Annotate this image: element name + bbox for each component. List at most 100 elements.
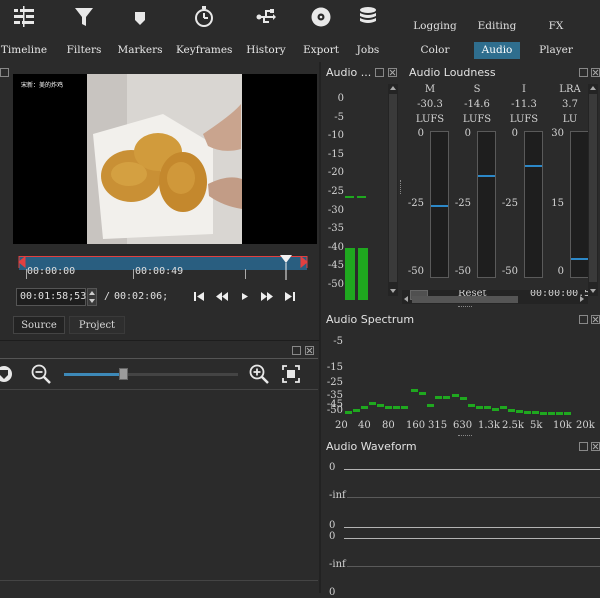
video-frame-image — [13, 74, 317, 244]
zoom-out-icon[interactable] — [30, 363, 52, 385]
rewind-icon[interactable] — [215, 291, 229, 302]
audio-spectrum-close-button[interactable] — [591, 315, 600, 324]
loudness-h-scroll-thumb[interactable] — [412, 296, 518, 303]
loudness-col-unit: LU — [562, 114, 578, 125]
loudness-right-scrollbar[interactable] — [588, 84, 598, 296]
duration-separator: / — [104, 291, 111, 302]
spectrum-x-label: 315 — [428, 420, 448, 431]
loudness-col-top: 30 — [551, 128, 564, 139]
loudness-col-mid: -25 — [501, 198, 518, 209]
scroll-up-icon[interactable] — [388, 84, 398, 92]
workspace-editing[interactable]: Editing — [472, 20, 522, 35]
audio-waveform-float-button[interactable] — [579, 442, 588, 451]
timecode-mid: 00:00:49 — [135, 266, 184, 277]
scroll-down-icon[interactable] — [388, 287, 398, 295]
markers-button[interactable]: Markers — [116, 2, 164, 60]
scroll-down-right-icon[interactable] — [588, 287, 598, 295]
timeline-close-button[interactable] — [305, 346, 314, 355]
audio-waveform-close-button[interactable] — [591, 442, 600, 451]
position-field[interactable]: 00:01:58;53 — [16, 288, 86, 306]
peak-scale-label: -50 — [327, 279, 344, 290]
scroll-left-icon[interactable] — [402, 294, 410, 304]
workspace-color[interactable]: Color — [410, 43, 460, 58]
marker-icon — [135, 12, 145, 25]
export-button[interactable]: Export — [300, 2, 342, 60]
video-viewer[interactable]: 宋新：美的炸鸡 — [13, 74, 317, 244]
splitter-handle[interactable] — [458, 306, 472, 309]
spectrum-y-label: -15 — [326, 362, 343, 373]
tab-project[interactable]: Project — [69, 316, 125, 334]
skip-previous-icon[interactable] — [193, 291, 205, 302]
keyframes-label: Keyframes — [176, 44, 233, 56]
spectrum-band-mark — [435, 396, 442, 399]
zoom-slider[interactable] — [64, 368, 238, 380]
audio-loudness-close-button[interactable] — [591, 68, 600, 77]
loudness-vertical-scrollbar[interactable] — [388, 84, 398, 296]
spectrum-band-mark — [468, 404, 475, 407]
fast-forward-icon[interactable] — [260, 291, 274, 302]
scroll-right-icon[interactable] — [578, 294, 586, 304]
loudness-col-unit: LUFS — [462, 114, 492, 125]
workspace-logging[interactable]: Logging — [410, 20, 460, 35]
loudness-col-value: -11.3 — [511, 99, 537, 110]
filter-icon — [75, 8, 93, 26]
playhead-icon[interactable] — [279, 254, 293, 280]
position-spinner[interactable] — [87, 288, 97, 306]
filters-button[interactable]: Filters — [58, 2, 110, 60]
marker-toggle-icon[interactable] — [0, 364, 14, 384]
scroll-up-right-icon[interactable] — [588, 84, 598, 92]
workspace-player[interactable]: Player — [532, 43, 580, 58]
history-icon — [256, 9, 276, 23]
video-caption: 宋新：美的炸鸡 — [21, 82, 64, 89]
history-button[interactable]: History — [242, 2, 290, 60]
audio-waveform-title: Audio Waveform — [326, 440, 417, 453]
timeline-label: Timeline — [0, 44, 48, 56]
spectrum-band-mark — [377, 404, 384, 407]
spectrum-band-mark — [460, 397, 467, 400]
tab-source[interactable]: Source — [13, 316, 65, 334]
timeline-button[interactable]: Timeline — [0, 2, 48, 60]
spectrum-band-mark — [345, 411, 352, 414]
zoom-fit-icon[interactable] — [282, 365, 300, 383]
in-point-icon[interactable] — [15, 254, 27, 270]
spectrum-band-mark — [393, 406, 400, 409]
workspace-audio[interactable]: Audio — [474, 42, 520, 59]
loudness-col-mid: 15 — [551, 198, 564, 209]
audio-peak-float-button[interactable] — [375, 68, 384, 77]
dock-resize-handle[interactable] — [399, 80, 402, 290]
waveform-label: 0 — [329, 462, 336, 473]
spectrum-band-mark — [516, 410, 523, 413]
loudness-col-unit: LUFS — [509, 114, 539, 125]
jobs-button[interactable]: Jobs — [348, 2, 388, 60]
peak-scale-label: -5 — [334, 111, 344, 123]
keyframes-button[interactable]: Keyframes — [176, 2, 232, 60]
loudness-level-marker — [478, 174, 495, 177]
zoom-slider-handle[interactable] — [119, 368, 128, 380]
peak-scale-label: -45 — [327, 260, 344, 272]
zoom-in-icon[interactable] — [248, 363, 270, 385]
peak-scale-label: -30 — [327, 204, 344, 216]
scrubber[interactable]: 00:00:00 00:00:49 — [13, 252, 317, 282]
audio-spectrum-float-button[interactable] — [579, 315, 588, 324]
player-float-button[interactable] — [0, 68, 9, 77]
audio-loudness-float-button[interactable] — [579, 68, 588, 77]
spectrum-x-label: 1.3k — [478, 420, 500, 431]
zoom-slider-fill — [64, 373, 122, 376]
spectrum-band-mark — [401, 406, 408, 409]
splitter-handle-2[interactable] — [458, 435, 472, 438]
play-icon[interactable] — [240, 291, 250, 302]
waveform-line — [344, 538, 600, 539]
timeline-float-button[interactable] — [292, 346, 301, 355]
spectrum-band-mark — [556, 412, 563, 415]
audio-peak-close-button[interactable] — [388, 68, 397, 77]
spectrum-band-mark — [369, 402, 376, 405]
out-point-icon[interactable] — [299, 254, 311, 270]
loudness-col-mid: -25 — [407, 198, 424, 209]
loudness-level-marker — [571, 258, 588, 261]
spectrum-x-label: 80 — [382, 420, 395, 431]
skip-next-icon[interactable] — [284, 291, 296, 302]
workspace-fx[interactable]: FX — [536, 20, 576, 35]
history-label: History — [246, 44, 286, 56]
loudness-col-mid: -25 — [454, 198, 471, 209]
peak-scale-label: -40 — [327, 241, 344, 253]
